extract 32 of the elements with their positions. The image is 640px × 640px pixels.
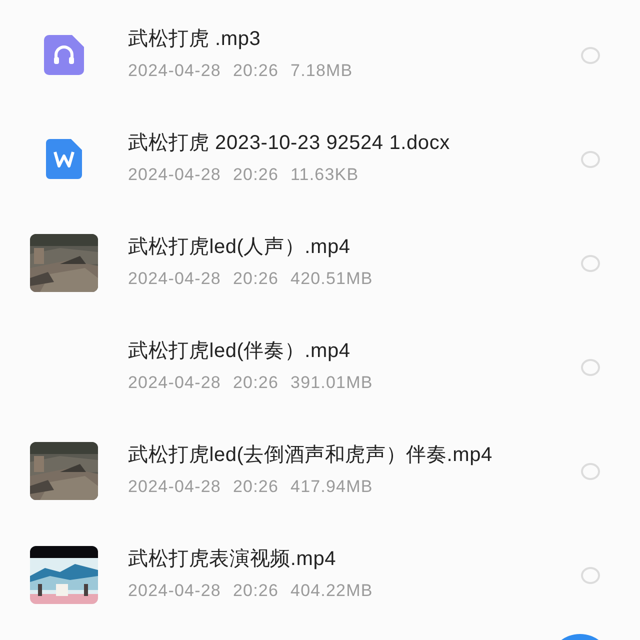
- file-size: 11.63KB: [290, 164, 359, 186]
- file-name: 武松打虎led(去倒酒声和虎声）伴奏.mp4: [128, 443, 494, 468]
- file-date: 2024-04-28: [128, 268, 221, 290]
- file-size: 420.51MB: [290, 268, 373, 290]
- select-radio[interactable]: [581, 358, 600, 376]
- file-name: 武松打虎led(伴奏）.mp4: [128, 339, 352, 364]
- file-name: 武松打虎 .mp3: [128, 27, 262, 52]
- file-time: 20:26: [232, 268, 279, 290]
- file-date: 2024-04-28: [128, 60, 221, 82]
- select-radio[interactable]: [581, 46, 600, 64]
- select-radio[interactable]: [581, 254, 600, 272]
- select-radio[interactable]: [581, 566, 600, 584]
- file-name: 武松打虎表演视频.mp4: [128, 547, 338, 572]
- file-name: 武松打虎led(人声）.mp4: [128, 235, 352, 260]
- file-size: 417.94MB: [290, 476, 373, 498]
- select-radio[interactable]: [581, 150, 600, 168]
- file-name: 武松打虎 2023-10-23 92524 1.docx: [128, 131, 451, 156]
- file-date: 2024-04-28: [128, 164, 221, 186]
- file-size: 391.01MB: [290, 372, 373, 394]
- document-file-icon: [46, 139, 82, 179]
- file-size: 404.22MB: [290, 580, 373, 602]
- select-radio[interactable]: [581, 462, 600, 480]
- file-date: 2024-04-28: [128, 476, 221, 498]
- file-time: 20:26: [232, 476, 279, 498]
- file-time: 20:26: [232, 164, 279, 186]
- audio-file-icon: [44, 35, 84, 75]
- file-time: 20:26: [232, 372, 279, 394]
- file-date: 2024-04-28: [128, 372, 221, 394]
- file-time: 20:26: [232, 60, 279, 82]
- file-time: 20:26: [232, 580, 279, 602]
- file-date: 2024-04-28: [128, 580, 221, 602]
- file-size: 7.18MB: [290, 60, 353, 82]
